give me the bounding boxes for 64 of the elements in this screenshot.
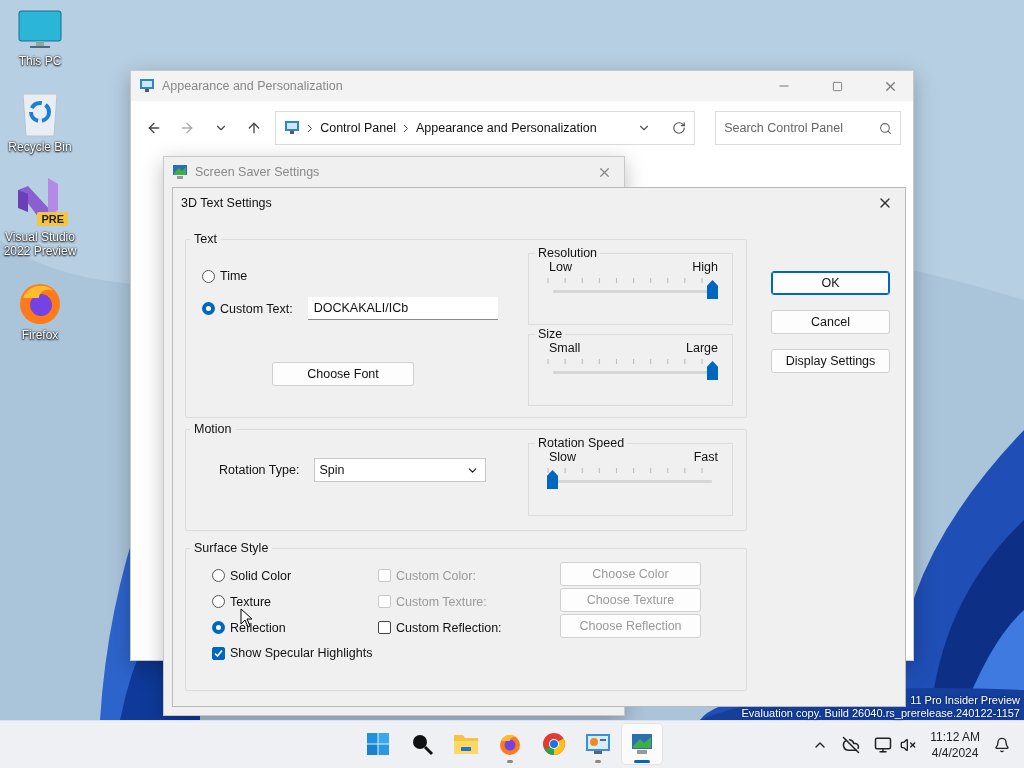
chrome-icon[interactable] — [542, 732, 566, 756]
choose-font-button[interactable]: Choose Font — [272, 362, 414, 386]
running-indicator — [634, 760, 650, 763]
slider-max-label: High — [692, 260, 718, 274]
group-title: Rotation Speed — [537, 436, 626, 450]
volume-muted-icon[interactable] — [900, 737, 917, 753]
window-title: 3D Text Settings — [181, 196, 273, 210]
address-bar[interactable]: Control Panel Appearance and Personalization — [275, 111, 696, 145]
slider-track[interactable] — [547, 359, 718, 381]
slider-max-label: Large — [686, 341, 718, 355]
control-panel-icon — [139, 78, 155, 94]
group-title: Resolution — [537, 246, 599, 260]
slider-thumb[interactable] — [707, 280, 718, 299]
slider-track[interactable] — [547, 278, 718, 300]
slider-min-label: Small — [549, 341, 581, 355]
clock[interactable]: 11:12 AM 4/4/2024 — [930, 729, 980, 761]
group-title: Size — [537, 327, 564, 341]
search-icon[interactable] — [410, 732, 434, 756]
watermark-text: Evaluation copy. Build 26040.rs_prerelease.240122-1157 — [741, 707, 1020, 720]
control-panel-icon[interactable] — [585, 732, 611, 756]
radio-button[interactable]: Time — [202, 269, 528, 283]
slider-thumb[interactable] — [547, 470, 558, 489]
running-indicator — [595, 760, 601, 763]
watermark-text: 11 Pro Insider Preview — [910, 694, 1020, 707]
group-title: Motion — [193, 422, 233, 436]
preview-badge: PRE — [37, 212, 68, 226]
rotation-type-dropdown[interactable]: Spin — [314, 458, 487, 482]
radio-button[interactable]: Solid Color — [212, 568, 292, 583]
checkbox[interactable]: Custom Reflection: — [378, 620, 502, 635]
control-panel-icon — [284, 120, 301, 136]
cloud-off-icon[interactable] — [842, 736, 861, 754]
firefox-icon[interactable] — [498, 732, 522, 756]
search-icon — [879, 121, 893, 135]
chevron-right-icon — [307, 123, 314, 133]
screen-saver-icon[interactable] — [630, 732, 654, 756]
slider-thumb[interactable] — [707, 361, 718, 380]
recycle-bin-icon — [20, 90, 60, 138]
field-label: Rotation Type: — [219, 463, 300, 477]
folder-icon[interactable] — [453, 732, 479, 756]
dialog-button[interactable]: Cancel — [771, 310, 890, 334]
window-title: Screen Saver Settings — [195, 165, 321, 179]
group-title: Surface Style — [193, 541, 270, 555]
slider-max-label: Fast — [693, 450, 718, 464]
search-field[interactable]: Search Control Panel — [715, 111, 902, 145]
breadcrumb[interactable]: Control Panel — [320, 121, 396, 135]
window-title: Appearance and Personalization — [162, 79, 344, 93]
radio-button[interactable]: Texture — [212, 594, 271, 609]
chevron-right-icon — [402, 123, 409, 133]
radio-button[interactable]: Custom Text: — [202, 301, 293, 316]
radio-button[interactable]: Reflection — [212, 620, 286, 635]
dialog-button[interactable]: OK — [771, 271, 890, 295]
running-indicator — [507, 760, 513, 763]
checkbox[interactable]: Show Specular Highlights — [212, 646, 373, 660]
notification-icon[interactable] — [994, 737, 1010, 753]
slider-min-label: Low — [549, 260, 572, 274]
screen-saver-icon — [172, 164, 188, 180]
checkmark-icon — [214, 648, 223, 658]
breadcrumb[interactable]: Appearance and Personalization — [415, 121, 597, 135]
refresh-icon[interactable] — [672, 121, 687, 135]
group-title: Text — [193, 232, 218, 246]
slider-min-label: Slow — [549, 450, 577, 464]
dialog-button[interactable]: Display Settings — [771, 349, 890, 373]
windows-start-icon[interactable] — [366, 732, 390, 756]
custom-text-field[interactable]: DOCKAKALI/ICb — [307, 297, 498, 320]
